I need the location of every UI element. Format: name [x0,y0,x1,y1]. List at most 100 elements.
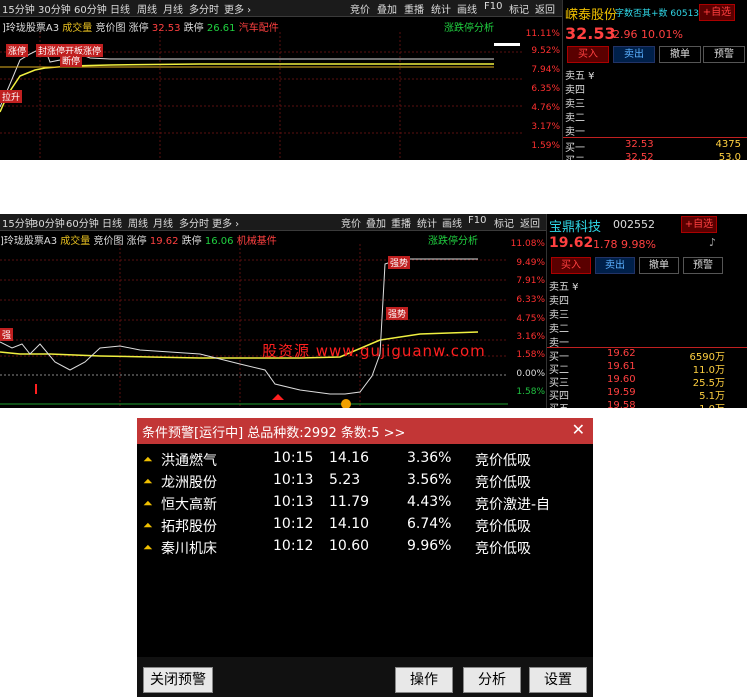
axis-label: 1.59% [531,141,560,151]
tab-day[interactable]: 日线 [110,1,130,16]
double-arrow-up-icon: ⏶ [143,452,153,466]
btn-f10[interactable]: F10 [468,215,486,226]
btn-replay[interactable]: 重播 [404,1,424,16]
btn-draw[interactable]: 画线 [442,215,462,230]
middle-price-chart [0,244,508,408]
axis-label: 6.35% [531,84,560,94]
tab-multi-time[interactable]: 多分时 [179,215,209,230]
tab-day[interactable]: 日线 [102,215,122,230]
alert-row[interactable]: ⏶ 秦川机床 10:12 10.60 9.96% 竞价低吸 [137,536,593,558]
btn-stats[interactable]: 统计 [431,1,451,16]
ask-5: 卖五 ¥ [549,282,579,293]
tab-week[interactable]: 周线 [128,215,148,230]
alert-price: 11.79 [329,494,370,510]
tab-15min[interactable]: 15分钟 [2,1,35,16]
tab-more[interactable]: 更多 › [224,1,251,16]
settings-button[interactable]: 设置 [529,667,587,693]
btn-auction[interactable]: 竞价 [341,215,361,230]
stock-name: 秦川机床 [161,541,217,557]
btn-overlay[interactable]: 叠加 [366,215,386,230]
bid-1-volume: 4375 [715,139,741,150]
alert-row[interactable]: ⏶ 恒大高新 10:13 11.79 4.43% 竞价激进-自 [137,492,593,514]
alert-condition: 竞价低吸 [475,453,531,469]
bell-icon[interactable]: ♪ [709,236,716,249]
axis-label: 11.08% [510,239,545,249]
tab-multi-time[interactable]: 多分时 [189,1,219,16]
buy-button[interactable]: 买入 [551,257,591,274]
close-icon[interactable]: ✕ [572,420,585,439]
btn-overlay[interactable]: 叠加 [377,1,397,16]
add-watchlist-button[interactable]: +自选 [681,216,717,233]
quote-change: 1.78 [593,238,618,251]
btn-f10[interactable]: F10 [484,1,502,12]
btn-stats[interactable]: 统计 [417,215,437,230]
tab-15min[interactable]: 15分钟 [2,215,35,230]
alert-price: 5.23 [329,472,361,488]
recall-button[interactable]: 撤单 [639,257,679,274]
middle-quote-panel: 宝鼎科技 002552 +自选 19.62 1.78 9.98% ♪ 买入 卖出… [546,214,747,408]
tab-month[interactable]: 月线 [163,1,183,16]
stock-name: 龙洲股份 [161,475,217,491]
quote-change: 2.96 [613,28,638,41]
bid-2-label: 买二 [565,152,585,160]
alert-condition: 竞价低吸 [475,541,531,557]
tab-30min[interactable]: 30分钟 [32,215,65,230]
bid-5-price: 19.58 [607,400,636,408]
bid-2-price: 19.61 [607,361,636,372]
axis-label: 9.49% [516,258,545,268]
tab-60min[interactable]: 60分钟 [66,215,99,230]
btn-replay[interactable]: 重播 [391,215,411,230]
add-watchlist-button[interactable]: +自选 [699,4,735,21]
alert-price: 14.10 [329,516,370,532]
alert-row[interactable]: ⏶ 龙洲股份 10:13 5.23 3.56% 竞价低吸 [137,470,593,492]
alert-condition: 竞价低吸 [475,519,531,535]
tab-30min[interactable]: 30分钟 [38,1,71,16]
alert-button[interactable]: 预警 [683,257,723,274]
sell-button[interactable]: 卖出 [613,46,655,63]
alert-time: 10:13 [273,472,314,488]
alert-time: 10:12 [273,516,314,532]
close-alert-button[interactable]: 关闭预警 [143,667,213,693]
btn-draw[interactable]: 画线 [457,1,477,16]
btn-auction[interactable]: 竞价 [350,1,370,16]
double-arrow-up-icon: ⏶ [143,474,153,488]
quote-price: 19.62 [549,235,594,251]
btn-back[interactable]: 返回 [520,215,540,230]
ask-3: 卖三 [549,310,569,321]
tab-month[interactable]: 月线 [153,215,173,230]
alert-row[interactable]: ⏶ 洪通燃气 10:15 14.16 3.36% 竞价低吸 [137,448,593,470]
stock-name: 恒大高新 [161,497,217,513]
axis-label: 4.76% [531,103,560,113]
alert-footer: 关闭预警 操作 分析 设置 [137,657,593,697]
alert-title: 条件预警[运行中] 总品种数:2992 条数:5 >> [142,426,406,441]
alert-condition: 竞价低吸 [475,475,531,491]
recall-button[interactable]: 撤单 [659,46,701,63]
alert-price: 14.16 [329,450,370,466]
bid-1-price: 32.53 [625,139,654,150]
axis-label: 9.52% [531,46,560,56]
middle-chart-panel: 15分钟 30分钟 60分钟 日线 周线 月线 多分时 更多 › 竞价 叠加 重… [0,214,747,408]
btn-back[interactable]: 返回 [535,1,555,16]
tag-strong: 强 [0,328,14,341]
tab-more[interactable]: 更多 › [212,215,239,230]
axis-label: 0.00% [516,369,545,379]
btn-mark[interactable]: 标记 [509,1,529,16]
alert-condition: 竞价激进-自 [475,497,551,513]
alert-row[interactable]: ⏶ 拓邦股份 10:12 14.10 6.74% 竞价低吸 [137,514,593,536]
tag-strong: 强势 [386,307,409,320]
buy-button[interactable]: 买入 [567,46,609,63]
axis-label: 7.91% [516,276,545,286]
bid-2-price: 32.52 [625,152,654,160]
sell-button[interactable]: 卖出 [595,257,635,274]
tab-60min[interactable]: 60分钟 [74,1,107,16]
alert-button[interactable]: 预警 [703,46,745,63]
watermark: 股资源 www.gujiguanw.com [262,342,486,360]
tab-week[interactable]: 周线 [137,1,157,16]
btn-mark[interactable]: 标记 [494,215,514,230]
double-arrow-up-icon: ⏶ [143,518,153,532]
analyze-button[interactable]: 分析 [463,667,521,693]
quote-price: 32.53 [565,24,616,43]
quote-name: 嵘泰股份 [565,8,618,23]
operate-button[interactable]: 操作 [395,667,453,693]
condition-alert-dialog: 条件预警[运行中] 总品种数:2992 条数:5 >> ✕ ⏶ 洪通燃气 10:… [137,418,593,697]
